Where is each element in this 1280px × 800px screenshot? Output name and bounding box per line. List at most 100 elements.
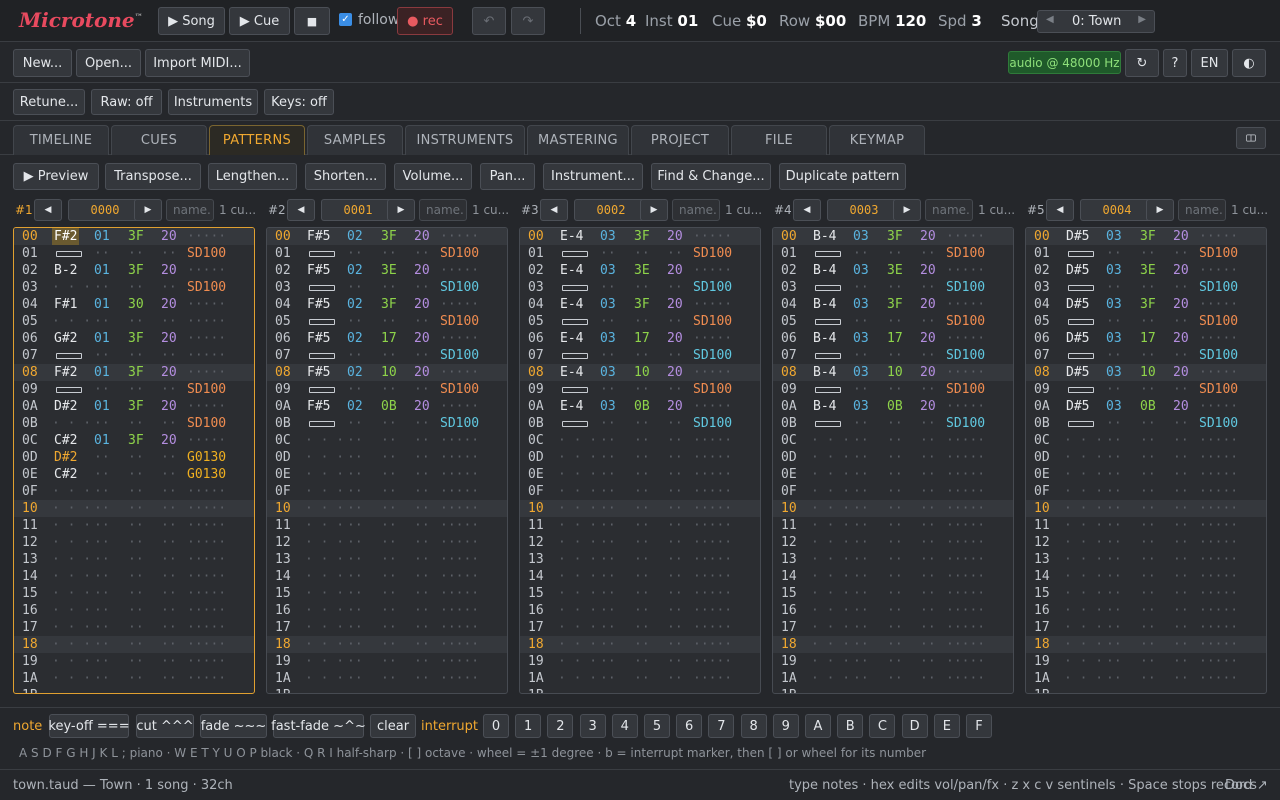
interrupt-button[interactable]: 8	[740, 714, 767, 738]
pattern-row[interactable]: 19 · · · ·· ·· ·· ·····	[520, 653, 760, 670]
pattern-row[interactable]: 0D · · · ·· ·· ·· ·····	[1026, 449, 1266, 466]
pattern-row[interactable]: 11 · · · ·· ·· ·· ·····	[1026, 517, 1266, 534]
interrupt-button[interactable]: E	[933, 714, 960, 738]
pattern-row[interactable]: 14 · · · ·· ·· ·· ·····	[14, 568, 254, 585]
pattern-row[interactable]: 17 · · · ·· ·· ·· ·····	[267, 619, 507, 636]
interrupt-button[interactable]: C	[869, 714, 896, 738]
pattern-number-field[interactable]: 0004	[1080, 199, 1154, 221]
tab-keymap[interactable]: KEYMAP	[829, 125, 925, 155]
interrupt-button[interactable]: 7	[708, 714, 735, 738]
pattern-row[interactable]: 00 B-4 03 3F 20 ·····	[773, 228, 1013, 245]
undo-button[interactable]: ↶	[472, 7, 506, 35]
volume-button[interactable]: Volume...	[394, 163, 472, 190]
preview-button[interactable]: ▶ Preview	[13, 163, 99, 190]
prev-pattern-button[interactable]: ◀	[793, 199, 821, 221]
pattern-row[interactable]: 19 · · · ·· ·· ·· ·····	[267, 653, 507, 670]
pattern-row[interactable]: 0E · · · ·· ·· ·· ·····	[1026, 466, 1266, 483]
pattern-row[interactable]: 08 F#5 02 10 20 ·····	[267, 364, 507, 381]
pattern-row[interactable]: 1B· · ············	[1026, 687, 1266, 693]
next-pattern-button[interactable]: ▶	[893, 199, 921, 221]
pattern-row[interactable]: 08 B-4 03 10 20 ·····	[773, 364, 1013, 381]
pattern-row[interactable]: 1A · · · ·· ·· ·· ·····	[14, 670, 254, 687]
pattern-row[interactable]: 04 E-4 03 3F 20 ·····	[520, 296, 760, 313]
pattern-row[interactable]: 0D D#2 ·· ·· ·· G0130	[14, 449, 254, 466]
prev-pattern-button[interactable]: ◀	[34, 199, 62, 221]
pattern-row[interactable]: 0C · · · ·· ·· ·· ·····	[773, 432, 1013, 449]
pattern-grid[interactable]: 00 F#5 02 3F 20 ····· 01 ·· ·· ·· SD100 02 F#5 02 3E 20…	[266, 227, 508, 694]
pattern-row[interactable]: 18 · · · ·· ·· ·· ·····	[1026, 636, 1266, 653]
prev-pattern-button[interactable]: ◀	[287, 199, 315, 221]
pattern-row[interactable]: 1A · · · ·· ·· ·· ·····	[1026, 670, 1266, 687]
docs-link[interactable]: Docs↗	[1225, 778, 1268, 793]
pattern-row[interactable]: 12 · · · ·· ·· ·· ·····	[520, 534, 760, 551]
play-song-button[interactable]: ▶ Song	[158, 7, 225, 35]
pattern-row[interactable]: 12 · · · ·· ·· ·· ·····	[14, 534, 254, 551]
pattern-row[interactable]: 18 · · · ·· ·· ·· ·····	[14, 636, 254, 653]
pattern-row[interactable]: 05 ·· ·· ·· SD100	[267, 313, 507, 330]
pattern-row[interactable]: 09 ·· ·· ·· SD100	[267, 381, 507, 398]
pattern-row[interactable]: 08 D#5 03 10 20 ·····	[1026, 364, 1266, 381]
pattern-row[interactable]: 0B ·· ·· ·· SD100	[267, 415, 507, 432]
pattern-row[interactable]: 0A B-4 03 0B 20 ·····	[773, 398, 1013, 415]
retune-button[interactable]: Retune...	[13, 89, 85, 115]
pattern-row[interactable]: 0D · · · ·· ·· ·· ·····	[520, 449, 760, 466]
lengthen-button[interactable]: Lengthen...	[208, 163, 297, 190]
pattern-row[interactable]: 0E · · · ·· ·· ·· ·····	[520, 466, 760, 483]
pattern-row[interactable]: 0A F#5 02 0B 20 ·····	[267, 398, 507, 415]
cut-button[interactable]: cut ^^^	[136, 714, 194, 738]
pattern-row[interactable]: 0E C#2 ·· ·· ·· G0130	[14, 466, 254, 483]
pattern-row[interactable]: 17 · · · ·· ·· ·· ·····	[1026, 619, 1266, 636]
pattern-row[interactable]: 13 · · · ·· ·· ·· ·····	[520, 551, 760, 568]
interrupt-button[interactable]: 1	[515, 714, 542, 738]
pattern-grid[interactable]: 00 D#5 03 3F 20 ····· 01 ·· ·· ·· SD100 02 D#5 03 3E 20…	[1025, 227, 1267, 694]
pattern-row[interactable]: 09 ·· ·· ·· SD100	[773, 381, 1013, 398]
pattern-grid[interactable]: 00 F#2 01 3F 20 ····· 01 ·· ·· ·· SD100 02 B-2 01 3F 20…	[13, 227, 255, 694]
interrupt-button[interactable]: 0	[483, 714, 509, 738]
record-button[interactable]: ● rec	[397, 7, 453, 35]
tab-patterns[interactable]: PATTERNS	[209, 125, 305, 155]
interrupt-button[interactable]: 2	[547, 714, 574, 738]
pattern-row[interactable]: 01 ·· ·· ·· SD100	[14, 245, 254, 262]
pan-button[interactable]: Pan...	[480, 163, 535, 190]
interrupt-button[interactable]: D	[901, 714, 928, 738]
next-pattern-button[interactable]: ▶	[387, 199, 415, 221]
pattern-row[interactable]: 05 ·· ·· ·· SD100	[520, 313, 760, 330]
interrupt-button[interactable]: 3	[579, 714, 606, 738]
pattern-number-field[interactable]: 0000	[68, 199, 142, 221]
duplicate-pattern-button[interactable]: Duplicate pattern	[779, 163, 906, 190]
pattern-row[interactable]: 0F · · · ·· ·· ·· ·····	[1026, 483, 1266, 500]
tab-samples[interactable]: SAMPLES	[307, 125, 403, 155]
tab-timeline[interactable]: TIMELINE	[13, 125, 109, 155]
pattern-row[interactable]: 16 · · · ·· ·· ·· ·····	[14, 602, 254, 619]
play-cue-button[interactable]: ▶ Cue	[229, 7, 290, 35]
interrupt-button[interactable]: F	[966, 714, 992, 738]
pattern-row[interactable]: 10 · · · ·· ·· ·· ·····	[773, 500, 1013, 517]
next-pattern-button[interactable]: ▶	[134, 199, 162, 221]
song-selector[interactable]: ◀ 0: Town ▶	[1037, 10, 1155, 33]
pattern-row[interactable]: 11 · · · ·· ·· ·· ·····	[267, 517, 507, 534]
pattern-row[interactable]: 07 ·· ·· ·· ·····	[14, 347, 254, 364]
pattern-row[interactable]: 0C · · · ·· ·· ·· ·····	[520, 432, 760, 449]
help-button[interactable]: ?	[1163, 49, 1187, 77]
tab-mastering[interactable]: MASTERING	[527, 125, 629, 155]
next-pattern-button[interactable]: ▶	[1146, 199, 1174, 221]
pattern-row[interactable]: 13 · · · ·· ·· ·· ·····	[1026, 551, 1266, 568]
pattern-row[interactable]: 03 ·· ·· ·· SD100	[773, 279, 1013, 296]
interrupt-button[interactable]: 5	[644, 714, 670, 738]
pattern-row[interactable]: 17 · · · ·· ·· ·· ·····	[773, 619, 1013, 636]
pattern-row[interactable]: 0F · · · ·· ·· ·· ·····	[14, 483, 254, 500]
tab-cues[interactable]: CUES	[111, 125, 207, 155]
pattern-row[interactable]: 10 · · · ·· ·· ·· ·····	[520, 500, 760, 517]
pattern-row[interactable]: 1B· · ············	[14, 687, 254, 693]
pattern-row[interactable]: 1B· · ············	[773, 687, 1013, 693]
pattern-row[interactable]: 04 F#1 01 30 20 ·····	[14, 296, 254, 313]
pattern-row[interactable]: 11 · · · ·· ·· ·· ·····	[14, 517, 254, 534]
tab-instruments[interactable]: INSTRUMENTS	[405, 125, 525, 155]
redo-button[interactable]: ↷	[511, 7, 545, 35]
pattern-row[interactable]: 14 · · · ·· ·· ·· ·····	[773, 568, 1013, 585]
fade-button[interactable]: fade ~~~	[200, 714, 267, 738]
pattern-row[interactable]: 09 ·· ·· ·· SD100	[520, 381, 760, 398]
pattern-name-input[interactable]: name.	[925, 199, 973, 221]
pattern-row[interactable]: 03 ·· ·· ·· SD100	[267, 279, 507, 296]
instruments-button[interactable]: Instruments	[168, 89, 258, 115]
